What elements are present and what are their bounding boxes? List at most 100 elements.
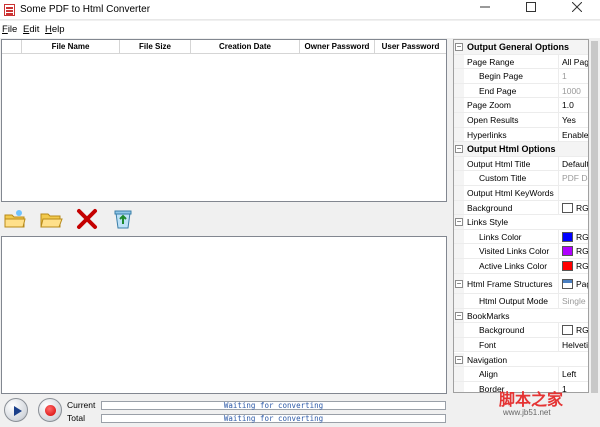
property-name: Output Html KeyWords [467,188,554,198]
open-folder-button[interactable] [38,207,64,231]
column-header-file-size[interactable]: File Size [120,40,191,54]
property-value[interactable]: RGB [558,229,588,244]
property-value[interactable]: RGB [558,323,588,337]
property-value[interactable] [558,186,588,200]
property-name: Hyperlinks [467,129,507,140]
menu-edit[interactable]: Edit [23,24,39,35]
collapse-toggle-icon[interactable]: − [455,355,463,364]
column-header-file-name[interactable]: File Name [22,40,120,54]
current-progress-text: Waiting for converting [223,401,324,410]
scrollbar-thumb[interactable] [591,41,598,393]
property-name: Custom Title [479,173,527,184]
property-row[interactable]: Custom Title PDF Document [454,171,588,186]
property-row[interactable]: Visited Links Color RGB [454,244,589,259]
property-value[interactable]: RGB [558,200,588,215]
menu-help-label: Help [45,24,65,35]
maximize-button[interactable] [508,0,554,20]
property-value-text: Default [562,158,589,169]
minimize-icon [480,6,490,8]
play-icon [14,406,22,416]
property-category[interactable]: − Navigation [454,352,588,368]
property-row[interactable]: Page Zoom 1.0 [454,98,588,113]
property-value[interactable]: PDF Document [558,171,588,185]
property-row[interactable]: Hyperlinks Enable [454,127,588,143]
property-row[interactable]: Html Output Mode Single Html [454,294,588,309]
property-row[interactable]: Font Helvetica [454,337,588,353]
property-gutter [454,98,464,112]
property-name: Navigation [467,354,508,365]
property-value-text: Left [562,369,577,380]
property-row[interactable]: End Page 1000 [454,83,588,99]
total-label: Total [67,413,85,423]
property-value[interactable]: Enable [558,127,588,142]
menu-bar: File Edit Help [0,21,600,38]
close-button[interactable] [554,0,600,20]
property-row[interactable]: Background RGB [454,323,588,338]
add-file-button[interactable] [2,207,28,231]
maximize-icon [526,2,536,12]
property-category[interactable]: − Links Style [454,215,588,230]
property-row[interactable]: Open Results Yes [454,113,588,128]
property-grid-scrollbar[interactable] [589,39,600,393]
options-property-grid[interactable]: − Output General Options Page Range All Pag… [453,39,589,393]
property-gutter [454,381,464,392]
status-bar: Current Waiting for converting Total Wai… [0,396,452,427]
column-header-creation-date[interactable]: Creation Date [191,40,300,54]
property-category[interactable]: − Output General Options [454,40,588,55]
collapse-toggle-icon[interactable]: − [455,43,463,51]
collapse-toggle-icon[interactable]: − [455,145,463,154]
color-swatch [562,231,573,242]
property-value-text: RGB [576,246,589,257]
property-row[interactable]: Page Range All Pages [454,54,588,70]
property-value[interactable]: 1 [558,69,588,83]
property-gutter [454,113,464,127]
property-value[interactable]: Left [558,367,588,381]
property-row[interactable]: Background RGB [454,200,588,216]
property-row[interactable]: Output Html Title Default [454,156,589,172]
remove-button[interactable] [74,207,100,231]
property-value[interactable]: Yes [558,113,588,127]
property-value[interactable]: Default [558,156,589,171]
column-header-owner-password[interactable]: Owner Password [300,40,375,54]
property-row[interactable]: Output Html KeyWords [454,186,588,201]
property-value[interactable]: All Pages [558,54,588,69]
minimize-button[interactable] [462,0,508,20]
color-swatch [562,246,573,257]
property-value[interactable]: 1.0 [558,98,588,112]
property-gutter [454,323,464,337]
menu-file[interactable]: File [2,24,17,35]
property-value[interactable]: RGB [558,259,588,273]
property-value[interactable]: Single Html [558,294,588,308]
property-value-text: Page [576,278,588,289]
menu-help[interactable]: Help [45,24,65,35]
column-header-select[interactable] [2,40,22,54]
stop-button[interactable] [38,398,62,422]
toolbar [0,204,448,234]
property-value-text: 1000 [562,85,581,96]
log-output-area[interactable] [1,236,447,394]
collapse-toggle-icon[interactable]: − [455,279,463,288]
recycle-button[interactable] [110,207,136,231]
property-value-text: 1 [562,71,567,82]
table-header: File Name File Size Creation Date Owner … [2,40,446,54]
start-convert-button[interactable] [4,398,28,422]
title-bar: Some PDF to Html Converter [0,0,600,20]
property-value[interactable]: Helvetica [558,337,588,352]
property-value[interactable]: RGB [558,244,589,258]
property-gutter [454,229,464,244]
property-category[interactable]: − Output Html Options [454,142,588,157]
property-gutter [454,171,464,185]
property-row[interactable]: Links Color RGB [454,229,588,245]
property-category[interactable]: − BookMarks [454,308,588,324]
file-list-table[interactable]: File Name File Size Creation Date Owner … [1,39,447,202]
collapse-toggle-icon[interactable]: − [455,218,463,227]
property-row[interactable]: Align Left [454,367,588,382]
property-row[interactable]: Active Links Color RGB [454,259,588,274]
collapse-toggle-icon[interactable]: − [455,311,463,320]
property-value[interactable]: 1000 [558,83,588,98]
property-category[interactable]: −Html Frame Structures Page [454,273,588,295]
open-folder-icon [40,213,63,228]
property-row[interactable]: Begin Page 1 [454,69,588,84]
property-value[interactable]: Page [558,273,588,294]
column-header-user-password[interactable]: User Password [375,40,446,54]
